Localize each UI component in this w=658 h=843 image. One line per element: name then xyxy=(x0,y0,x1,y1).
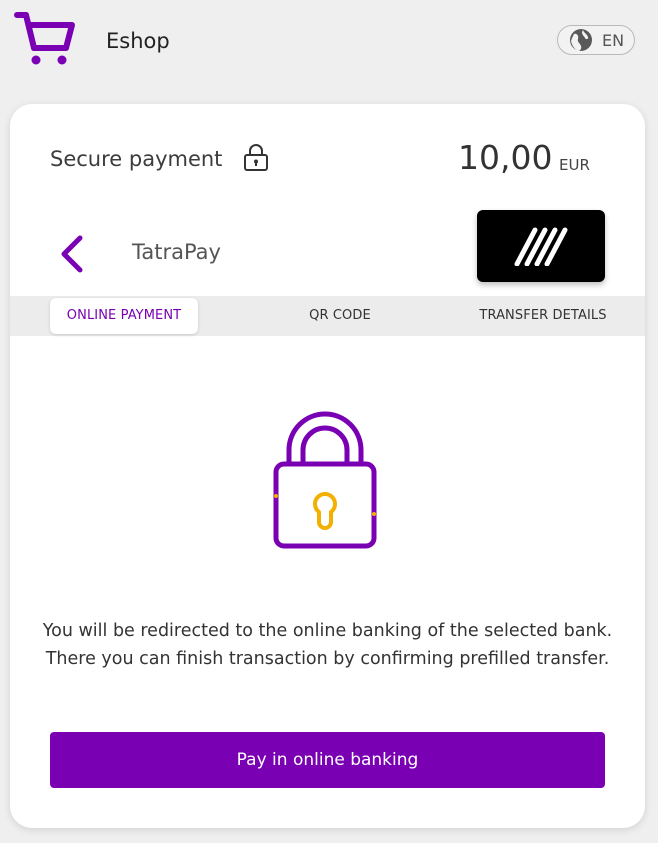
lock-icon xyxy=(244,144,268,171)
payment-card: Secure payment 10,00 EUR TatraPay ONLINE… xyxy=(10,104,645,828)
language-label: EN xyxy=(602,30,625,50)
payment-method-tabs: ONLINE PAYMENT QR CODE TRANSFER DETAILS xyxy=(10,296,645,336)
tab-online-payment[interactable]: ONLINE PAYMENT xyxy=(50,298,198,334)
tatra-banka-logo xyxy=(477,210,605,282)
pay-online-banking-button[interactable]: Pay in online banking xyxy=(50,732,605,788)
redirect-message: You will be redirected to the online ban… xyxy=(42,621,613,669)
chevron-left-icon[interactable] xyxy=(58,234,86,274)
payment-currency: EUR xyxy=(559,156,590,174)
bank-name: TatraPay xyxy=(132,240,221,264)
payment-amount: 10,00 xyxy=(458,138,553,177)
tatra-banka-logo-icon xyxy=(514,227,568,266)
globe-icon xyxy=(570,29,592,51)
top-bar: Eshop EN xyxy=(0,0,658,84)
tab-transfer-details[interactable]: TRANSFER DETAILS xyxy=(472,298,614,334)
secure-payment-title: Secure payment xyxy=(50,147,223,171)
shopping-cart-icon[interactable] xyxy=(14,8,76,66)
language-selector-button[interactable]: EN xyxy=(557,25,635,55)
padlock-icon xyxy=(273,411,377,549)
tab-qr-code[interactable]: QR CODE xyxy=(270,298,410,334)
shop-name: Eshop xyxy=(106,29,170,53)
